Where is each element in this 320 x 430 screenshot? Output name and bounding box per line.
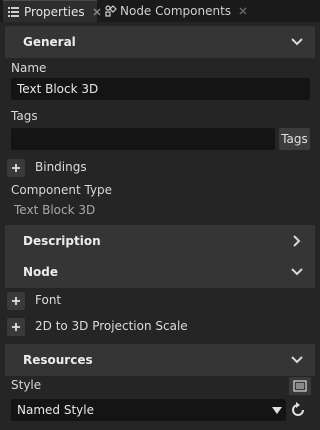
tags-button-label: Tags: [281, 132, 308, 146]
tags-label: Tags: [11, 109, 38, 123]
section-title: General: [23, 35, 76, 49]
style-browse-button[interactable]: [289, 377, 311, 395]
plus-icon: [12, 164, 20, 172]
tab-strip: Properties Node Components: [0, 0, 320, 22]
section-title: Description: [23, 234, 101, 248]
style-dropdown[interactable]: Named Style: [11, 399, 286, 421]
chevron-down-icon: [291, 268, 303, 276]
tab-label: Properties: [24, 4, 85, 19]
dropdown-arrow-icon: [272, 407, 282, 414]
tab-node-components[interactable]: Node Components: [100, 0, 247, 22]
component-type-value: Text Block 3D: [14, 203, 96, 217]
tags-input[interactable]: [11, 128, 275, 150]
chevron-right-icon: [293, 235, 301, 247]
tags-button[interactable]: Tags: [279, 128, 310, 150]
component-type-label: Component Type: [11, 183, 113, 197]
add-font-button[interactable]: [7, 292, 25, 310]
add-binding-button[interactable]: [7, 159, 25, 177]
projection-scale-label: 2D to 3D Projection Scale: [35, 319, 188, 333]
chevron-down-icon: [291, 356, 303, 364]
style-value: Named Style: [17, 403, 94, 417]
name-label: Name: [11, 61, 47, 75]
section-resources[interactable]: Resources: [5, 344, 315, 376]
section-node[interactable]: Node: [5, 256, 315, 288]
section-title: Node: [23, 265, 59, 279]
section-description[interactable]: Description: [5, 225, 315, 257]
section-general[interactable]: General: [5, 26, 315, 58]
reset-icon[interactable]: [289, 401, 307, 419]
node-components-icon: [105, 5, 117, 17]
add-projection-scale-button[interactable]: [7, 318, 25, 336]
properties-icon: [8, 6, 19, 18]
font-label: Font: [35, 293, 62, 307]
plus-icon: [12, 297, 20, 305]
tab-label: Node Components: [120, 4, 232, 18]
bindings-label: Bindings: [35, 160, 87, 174]
name-field[interactable]: Text Block 3D: [11, 78, 310, 100]
close-icon[interactable]: [239, 6, 247, 16]
tab-properties[interactable]: Properties: [3, 0, 101, 22]
section-title: Resources: [23, 353, 93, 367]
plus-icon: [12, 323, 20, 331]
resource-icon: [293, 380, 307, 392]
name-value: Text Block 3D: [17, 82, 99, 96]
style-label: Style: [11, 378, 42, 392]
properties-panel: Properties Node Components General Name …: [0, 0, 320, 430]
chevron-down-icon: [291, 38, 303, 46]
